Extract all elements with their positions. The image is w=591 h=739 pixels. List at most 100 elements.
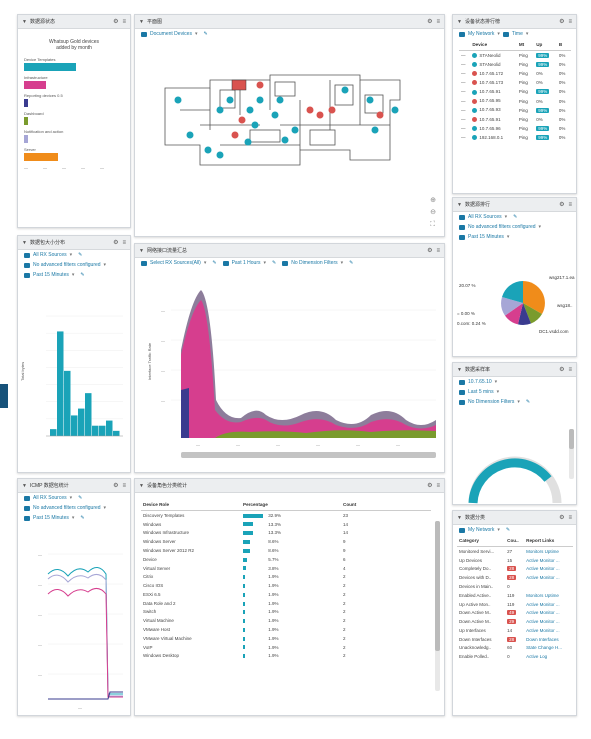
device-marker[interactable] <box>366 96 374 104</box>
filter-advanced[interactable]: No advanced filters configured <box>468 224 536 230</box>
menu-icon[interactable]: ≡ <box>436 19 440 25</box>
table-row[interactable]: — 10.7.65.173 Ping 0% 0% <box>459 78 571 87</box>
device-marker[interactable] <box>306 106 314 114</box>
table-row[interactable]: — 10.7.65.95 Ping 0% 0% <box>459 96 571 105</box>
histogram-bar[interactable] <box>64 370 71 436</box>
filter-network[interactable]: My Network <box>468 31 494 37</box>
device-marker[interactable] <box>271 111 279 119</box>
dropdown-icon[interactable]: ▾ <box>497 527 500 533</box>
gear-icon[interactable]: ⚙ <box>113 18 118 25</box>
scrollbar[interactable] <box>435 521 440 691</box>
gear-icon[interactable]: ⚙ <box>113 482 118 489</box>
zoom-in-icon[interactable]: ⊕ <box>430 195 436 207</box>
pin-icon[interactable]: ✎ <box>272 260 276 266</box>
device-marker[interactable] <box>231 131 239 139</box>
gear-icon[interactable]: ⚙ <box>113 239 118 246</box>
expand-icon[interactable]: — <box>459 60 470 69</box>
report-link[interactable]: Active Monitor ... <box>524 626 573 635</box>
histogram-bar[interactable] <box>71 415 78 436</box>
device-marker[interactable] <box>216 106 224 114</box>
filter-devices[interactable]: Document Devices <box>150 31 192 37</box>
table-row[interactable]: — 192.168.0.1 Ping 99% 0% <box>459 133 571 142</box>
device-marker[interactable] <box>371 126 379 134</box>
menu-icon[interactable]: ≡ <box>436 483 440 489</box>
dropdown-icon[interactable]: ▾ <box>70 495 73 501</box>
dropdown-icon[interactable]: ▾ <box>505 214 508 220</box>
dropdown-icon[interactable]: ▾ <box>104 262 107 268</box>
expand-icon[interactable]: — <box>459 124 470 133</box>
pin-icon[interactable]: ✎ <box>212 260 216 266</box>
report-link[interactable]: Active Log <box>524 652 573 661</box>
report-link[interactable]: Monitors Uptime <box>524 591 573 600</box>
dropdown-icon[interactable]: ▾ <box>526 31 529 37</box>
dropdown-icon[interactable]: ▾ <box>104 505 107 511</box>
table-row[interactable]: Unacknowledg.. 60 State Change H... <box>457 644 573 653</box>
dropdown-icon[interactable]: ▾ <box>204 260 207 266</box>
dropdown-icon[interactable]: ▾ <box>507 234 510 240</box>
table-row[interactable]: — 10.7.65.91 Ping 0% 0% <box>459 115 571 124</box>
expand-icon[interactable]: — <box>459 96 470 105</box>
table-row[interactable]: Virtual Machine 1.9% 2 <box>141 616 431 625</box>
table-row[interactable]: ESXi 6.5 1.9% 2 <box>141 590 431 599</box>
pin-icon[interactable]: ✎ <box>349 260 353 266</box>
gear-icon[interactable]: ⚙ <box>427 482 432 489</box>
filter-network[interactable]: My Network <box>468 527 494 533</box>
chevron-down-icon[interactable]: ▼ <box>22 240 27 246</box>
report-link[interactable]: State Change H... <box>524 644 573 653</box>
device-marker[interactable] <box>216 151 224 159</box>
table-row[interactable]: Up Active Mon.. 119 Active Monitor ... <box>457 600 573 609</box>
dropdown-icon[interactable]: ▾ <box>517 399 520 405</box>
table-row[interactable]: VMware Host 1.9% 2 <box>141 625 431 634</box>
table-row[interactable]: Discovery Templates 32.9% 23 <box>141 511 431 520</box>
table-row[interactable]: Virtual Server 3.8% 4 <box>141 564 431 573</box>
histogram-bar[interactable] <box>85 393 92 436</box>
device-marker[interactable] <box>391 106 399 114</box>
dropdown-icon[interactable]: ▾ <box>72 515 75 521</box>
filter-time[interactable]: Past 15 Minutes <box>33 515 69 521</box>
report-link[interactable]: Active Monitor ... <box>524 600 573 609</box>
col-count[interactable]: Cou.. <box>505 535 525 547</box>
histogram-bar[interactable] <box>50 429 57 436</box>
table-row[interactable]: — STANeolid Ping 99% 0% <box>459 60 571 69</box>
table-row[interactable]: Completely Do.. 28 Active Monitor ... <box>457 565 573 574</box>
table-row[interactable]: Up Devices 15 Active Monitor ... <box>457 556 573 565</box>
device-marker[interactable] <box>186 131 194 139</box>
menu-icon[interactable]: ≡ <box>568 515 572 521</box>
menu-icon[interactable]: ≡ <box>122 483 126 489</box>
device-marker[interactable] <box>256 81 264 89</box>
table-row[interactable]: — 10.7.65.172 Ping 0% 0% <box>459 69 571 78</box>
pin-icon[interactable]: ✎ <box>203 31 207 37</box>
filter-dimension[interactable]: No Dimension Filters <box>291 260 337 266</box>
scrollbar[interactable] <box>569 429 574 479</box>
device-marker[interactable] <box>291 126 299 134</box>
table-row[interactable]: — STANeolid Ping 99% 0% <box>459 51 571 61</box>
report-link[interactable]: Down Interfaces <box>524 635 573 644</box>
filter-sources[interactable]: Select RX Sources(All) <box>150 260 201 266</box>
table-row[interactable]: Devices in Main.. 0 <box>457 582 573 591</box>
chevron-down-icon[interactable]: ▼ <box>457 367 462 373</box>
expand-icon[interactable]: — <box>459 133 470 142</box>
gear-icon[interactable]: ⚙ <box>427 18 432 25</box>
menu-icon[interactable]: ≡ <box>122 240 126 246</box>
dropdown-icon[interactable]: ▾ <box>341 260 344 266</box>
col-b[interactable]: B <box>556 39 571 51</box>
device-marker[interactable] <box>226 96 234 104</box>
zoom-out-icon[interactable]: ⊖ <box>430 207 436 219</box>
device-marker[interactable] <box>281 136 289 144</box>
table-row[interactable]: Enable Polled.. 0 Active Log <box>457 652 573 661</box>
device-marker[interactable] <box>204 146 212 154</box>
chevron-down-icon[interactable]: ▼ <box>457 202 462 208</box>
dropdown-icon[interactable]: ▾ <box>195 31 198 37</box>
pin-icon[interactable]: ✎ <box>78 495 82 501</box>
device-marker[interactable] <box>328 106 336 114</box>
chevron-down-icon[interactable]: ▼ <box>457 19 462 25</box>
filter-device[interactable]: 10.7.65.10 <box>468 379 492 385</box>
filter-advanced[interactable]: No advanced filters configured <box>33 262 101 268</box>
table-row[interactable]: Switch 1.9% 2 <box>141 608 431 617</box>
fullscreen-icon[interactable]: ⛶ <box>430 219 436 231</box>
report-link[interactable] <box>524 582 573 591</box>
chevron-down-icon[interactable]: ▼ <box>139 483 144 489</box>
dropdown-icon[interactable]: ▾ <box>539 224 542 230</box>
report-link[interactable]: Active Monitor ... <box>524 573 573 582</box>
table-row[interactable]: Windows Server 8.6% 9 <box>141 537 431 546</box>
